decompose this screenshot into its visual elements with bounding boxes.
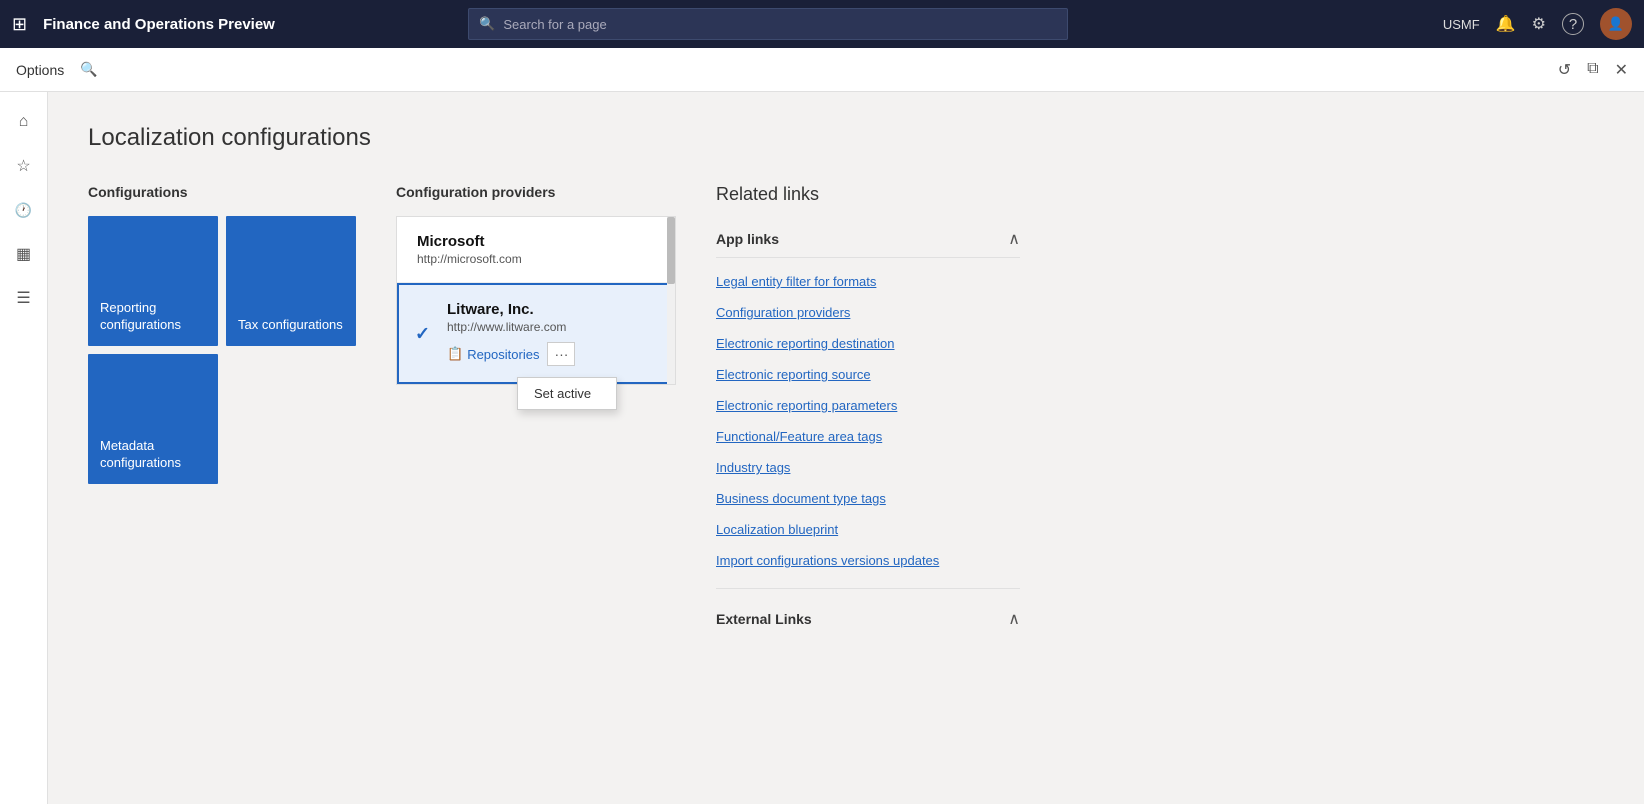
page-content: Localization configurations Configuratio… <box>48 92 1644 804</box>
ellipsis-btn[interactable]: ··· <box>547 342 575 366</box>
search-icon: 🔍 <box>479 16 495 32</box>
link-config-providers[interactable]: Configuration providers <box>716 297 1020 328</box>
sidebar-item-home[interactable]: ⌂ <box>6 104 42 140</box>
provider-litware: ✓ Litware, Inc. http://www.litware.com 📋… <box>397 283 675 384</box>
sidebar-item-recent[interactable]: 🕐 <box>6 192 42 228</box>
external-links-header: External Links ∧ <box>716 601 1020 637</box>
restore-icon[interactable]: ⧉ <box>1587 60 1598 80</box>
repositories-btn[interactable]: 📋 Repositories <box>447 346 539 362</box>
provider-microsoft: Microsoft http://microsoft.com <box>397 217 675 283</box>
company-label: USMF <box>1443 17 1480 32</box>
link-localization-blueprint[interactable]: Localization blueprint <box>716 514 1020 545</box>
divider <box>716 588 1020 589</box>
help-icon[interactable]: ? <box>1562 13 1584 35</box>
page-title: Localization configurations <box>88 124 1604 152</box>
toolbar: Options 🔍 ↺ ⧉ ✕ <box>0 48 1644 92</box>
ellipsis-icon: ··· <box>554 346 568 362</box>
app-title: Finance and Operations Preview <box>43 16 275 33</box>
sidebar-item-modules[interactable]: ☰ <box>6 280 42 316</box>
related-content-wrap: App links ∧ Legal entity filter for form… <box>716 221 1036 637</box>
related-links-section: Related links App links ∧ Legal entity f… <box>716 184 1036 637</box>
link-er-source[interactable]: Electronic reporting source <box>716 359 1020 390</box>
link-biz-doc-tags[interactable]: Business document type tags <box>716 483 1020 514</box>
link-er-parameters[interactable]: Electronic reporting parameters <box>716 390 1020 421</box>
close-icon[interactable]: ✕ <box>1615 60 1628 80</box>
providers-section-title: Configuration providers <box>396 184 676 200</box>
litware-url: http://www.litware.com <box>447 320 653 334</box>
scrollbar-thumb <box>667 217 675 284</box>
metadata-tile[interactable]: Metadata configurations <box>88 354 218 484</box>
link-industry-tags[interactable]: Industry tags <box>716 452 1020 483</box>
avatar[interactable]: 👤 <box>1600 8 1632 40</box>
app-links-header: App links ∧ <box>716 221 1020 258</box>
set-active-item[interactable]: Set active <box>518 378 616 409</box>
link-er-destination[interactable]: Electronic reporting destination <box>716 328 1020 359</box>
refresh-icon[interactable]: ↺ <box>1558 60 1571 80</box>
litware-name: Litware, Inc. <box>447 301 653 318</box>
link-functional-tags[interactable]: Functional/Feature area tags <box>716 421 1020 452</box>
content-grid: Configurations Reporting configurations … <box>88 184 1604 637</box>
toolbar-label: Options <box>16 62 64 78</box>
providers-list: Microsoft http://microsoft.com ✓ Litware… <box>396 216 676 385</box>
sidebar-item-favorites[interactable]: ☆ <box>6 148 42 184</box>
main-layout: ⌂ ☆ 🕐 ▦ ☰ Localization configurations Co… <box>0 92 1644 804</box>
reporting-tile[interactable]: Reporting configurations <box>88 216 218 346</box>
providers-section: Configuration providers Microsoft http:/… <box>396 184 676 385</box>
link-legal-entity[interactable]: Legal entity filter for formats <box>716 266 1020 297</box>
sidebar-item-workspaces[interactable]: ▦ <box>6 236 42 272</box>
dropdown-menu: Set active <box>517 377 617 410</box>
bell-icon[interactable]: 🔔 <box>1496 14 1516 34</box>
microsoft-url: http://microsoft.com <box>417 252 655 266</box>
toolbar-right: ↺ ⧉ ✕ <box>1558 60 1628 80</box>
tax-tile[interactable]: Tax configurations <box>226 216 356 346</box>
sidebar-icons: ⌂ ☆ 🕐 ▦ ☰ <box>0 92 48 804</box>
external-links-label: External Links <box>716 611 812 627</box>
collapse-app-links-icon[interactable]: ∧ <box>1008 229 1020 249</box>
search-input[interactable] <box>503 17 1057 32</box>
configurations-section-title: Configurations <box>88 184 356 200</box>
gear-icon[interactable]: ⚙ <box>1532 14 1546 34</box>
repo-icon: 📋 <box>447 346 463 362</box>
link-import-configs[interactable]: Import configurations versions updates <box>716 545 1020 576</box>
top-nav: ⊞ Finance and Operations Preview 🔍 USMF … <box>0 0 1644 48</box>
collapse-external-links-icon[interactable]: ∧ <box>1008 609 1020 629</box>
search-bar[interactable]: 🔍 <box>468 8 1068 40</box>
configurations-section: Configurations Reporting configurations … <box>88 184 356 484</box>
app-links-label: App links <box>716 231 779 247</box>
provider-actions: 📋 Repositories ··· <box>447 342 653 366</box>
provider-scrollbar[interactable] <box>667 217 675 384</box>
empty-tile <box>226 354 356 484</box>
related-links-title: Related links <box>716 184 1036 205</box>
config-tiles: Reporting configurations Tax configurati… <box>88 216 356 484</box>
checkmark-icon: ✓ <box>415 323 430 344</box>
microsoft-name: Microsoft <box>417 233 655 250</box>
nav-right: USMF 🔔 ⚙ ? 👤 <box>1443 8 1632 40</box>
toolbar-search-icon[interactable]: 🔍 <box>80 61 97 78</box>
grid-icon[interactable]: ⊞ <box>12 14 27 35</box>
